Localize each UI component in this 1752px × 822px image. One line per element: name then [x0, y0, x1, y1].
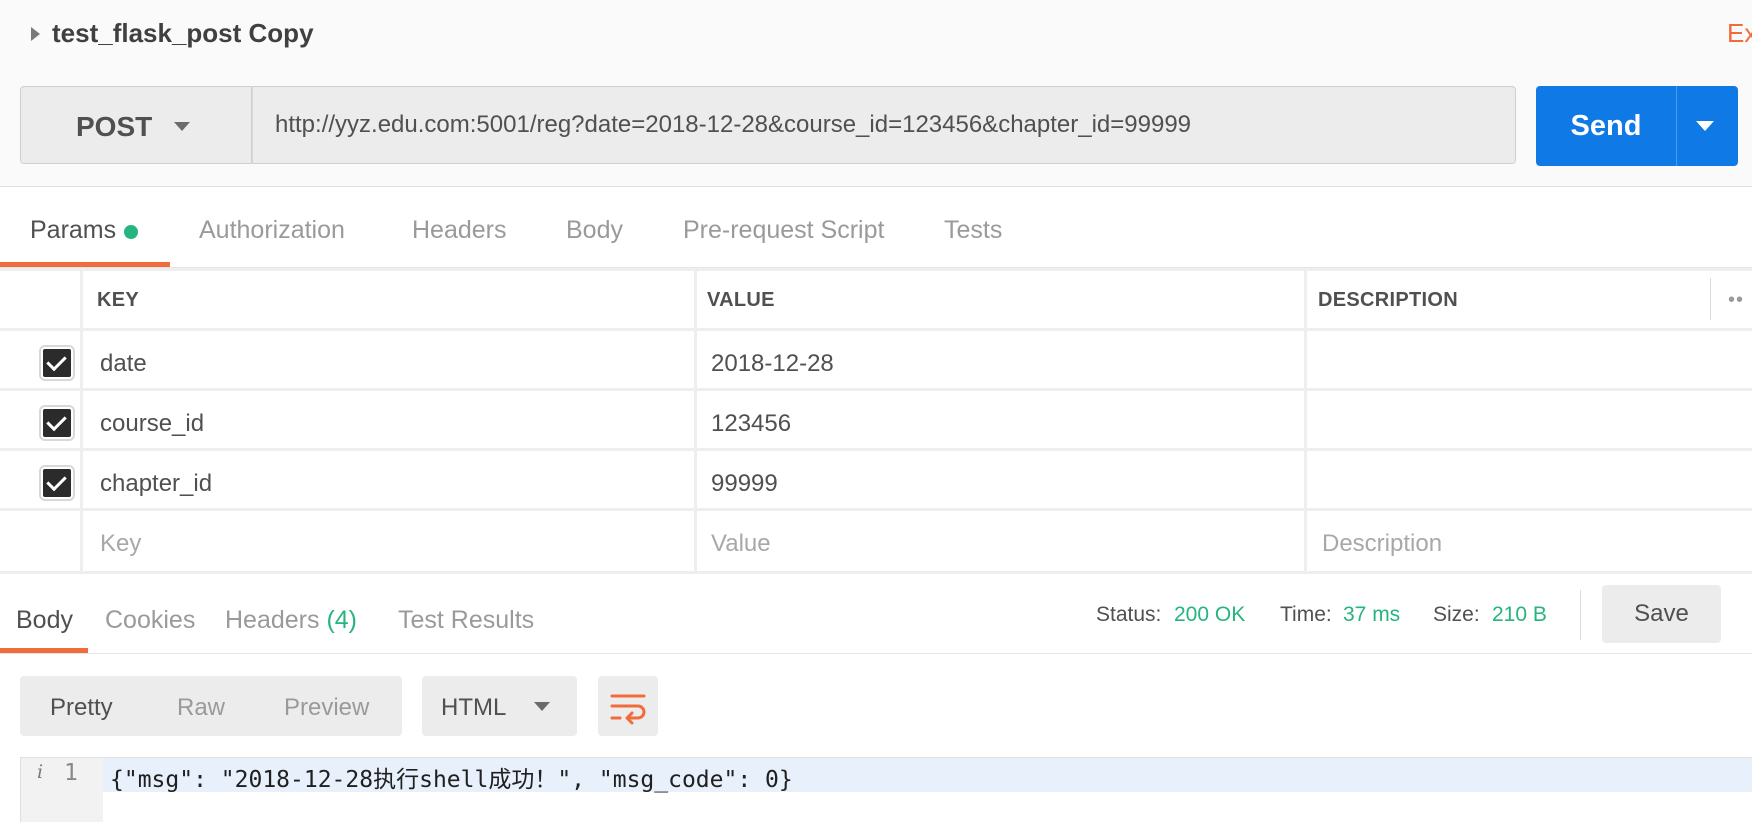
chevron-down-icon: [534, 702, 550, 711]
column-divider: [694, 268, 697, 571]
description-placeholder[interactable]: Description: [1322, 530, 1442, 558]
status-value: 200 OK: [1174, 603, 1246, 626]
checkbox-checked-icon[interactable]: [39, 405, 75, 441]
table-border: [0, 328, 1752, 331]
tab-authorization[interactable]: Authorization: [199, 216, 345, 245]
time-value: 37 ms: [1343, 603, 1401, 626]
tab-test-results[interactable]: Test Results: [398, 606, 534, 635]
tab-response-body[interactable]: Body: [16, 606, 73, 635]
wrap-lines-icon: [610, 694, 646, 725]
view-preview-button[interactable]: Preview: [284, 694, 369, 722]
headers-count-badge: (4): [326, 606, 358, 634]
table-border: [0, 508, 1752, 511]
line-number: 1: [64, 760, 78, 786]
column-divider: [1710, 278, 1711, 320]
url-input[interactable]: [252, 86, 1516, 164]
caret-right-icon[interactable]: [31, 27, 40, 41]
param-value[interactable]: 123456: [711, 410, 791, 438]
tab-tests[interactable]: Tests: [944, 216, 1002, 245]
size-value: 210 B: [1492, 603, 1547, 626]
format-label: HTML: [441, 694, 507, 721]
param-value[interactable]: 99999: [711, 470, 778, 498]
checkbox-checked-icon[interactable]: [39, 465, 75, 501]
param-value[interactable]: 2018-12-28: [711, 350, 834, 378]
params-active-indicator: [124, 225, 138, 239]
param-key[interactable]: date: [100, 350, 147, 378]
value-placeholder[interactable]: Value: [711, 530, 771, 558]
table-border: [0, 388, 1752, 391]
size-label: Size:: [1433, 603, 1480, 626]
examples-link[interactable]: Ex: [1727, 18, 1752, 49]
method-label: POST: [76, 111, 153, 142]
meta-separator: [1580, 590, 1581, 640]
request-title[interactable]: test_flask_post Copy: [52, 18, 314, 49]
info-icon: i: [37, 761, 44, 783]
status-label: Status:: [1096, 603, 1162, 626]
more-icon[interactable]: ••: [1728, 289, 1744, 312]
column-header-value: VALUE: [707, 289, 775, 311]
tab-params[interactable]: Params: [30, 216, 116, 245]
response-tabs-divider: [0, 653, 1752, 654]
checkbox-checked-icon[interactable]: [39, 345, 75, 381]
tab-body[interactable]: Body: [566, 216, 623, 245]
tab-cookies[interactable]: Cookies: [105, 606, 195, 635]
send-button[interactable]: Send: [1536, 86, 1676, 166]
view-raw-button[interactable]: Raw: [177, 694, 225, 722]
tab-pre-request-script[interactable]: Pre-request Script: [683, 216, 884, 245]
save-response-button[interactable]: Save: [1602, 585, 1721, 643]
chevron-down-icon: [1696, 121, 1714, 131]
table-border: [0, 448, 1752, 451]
chevron-down-icon[interactable]: [174, 122, 190, 131]
tab-response-headers-label: Headers: [225, 606, 320, 634]
column-header-description: DESCRIPTION: [1318, 289, 1458, 311]
param-key[interactable]: chapter_id: [100, 470, 212, 498]
table-border: [0, 268, 1752, 271]
column-header-key: KEY: [97, 289, 140, 311]
wrap-lines-button[interactable]: [598, 676, 658, 736]
editor-gutter: [21, 758, 103, 822]
tab-headers[interactable]: Headers: [412, 216, 507, 245]
section-divider: [0, 571, 1752, 574]
key-placeholder[interactable]: Key: [100, 530, 141, 558]
column-divider: [80, 268, 83, 571]
time-label: Time:: [1280, 603, 1332, 626]
code-line[interactable]: {"msg": "2018-12-28执行shell成功！", "msg_cod…: [110, 760, 793, 794]
column-divider: [1304, 268, 1307, 571]
param-key[interactable]: course_id: [100, 410, 204, 438]
tab-response-headers[interactable]: Headers (4): [225, 606, 357, 635]
view-pretty-button[interactable]: Pretty: [50, 694, 113, 722]
